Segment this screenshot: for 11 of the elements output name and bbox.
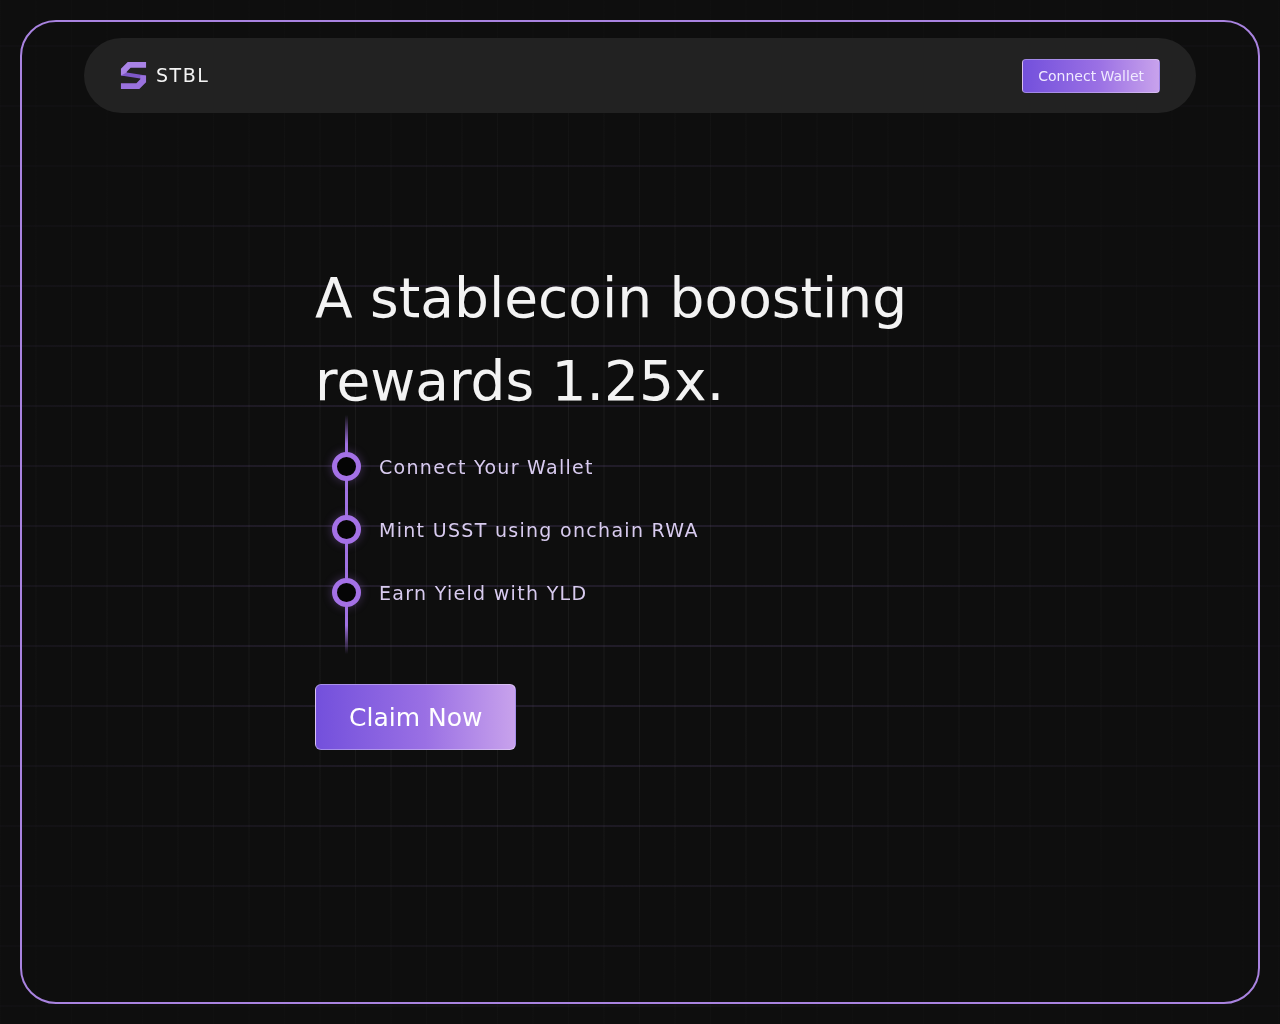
ring-icon xyxy=(332,578,361,607)
claim-now-button[interactable]: Claim Now xyxy=(315,684,517,750)
hero-heading: A stablecoin boosting rewards 1.25x. xyxy=(315,265,909,415)
step-label: Connect Your Wallet xyxy=(379,455,594,478)
step-label: Mint USST using onchain RWA xyxy=(379,518,699,541)
ring-icon xyxy=(332,452,361,481)
brand-name: STBL xyxy=(156,66,210,85)
logo-icon xyxy=(119,61,148,90)
step-label: Earn Yield with YLD xyxy=(379,581,588,604)
connect-wallet-button[interactable]: Connect Wallet xyxy=(1022,58,1160,93)
ring-icon xyxy=(332,515,361,544)
